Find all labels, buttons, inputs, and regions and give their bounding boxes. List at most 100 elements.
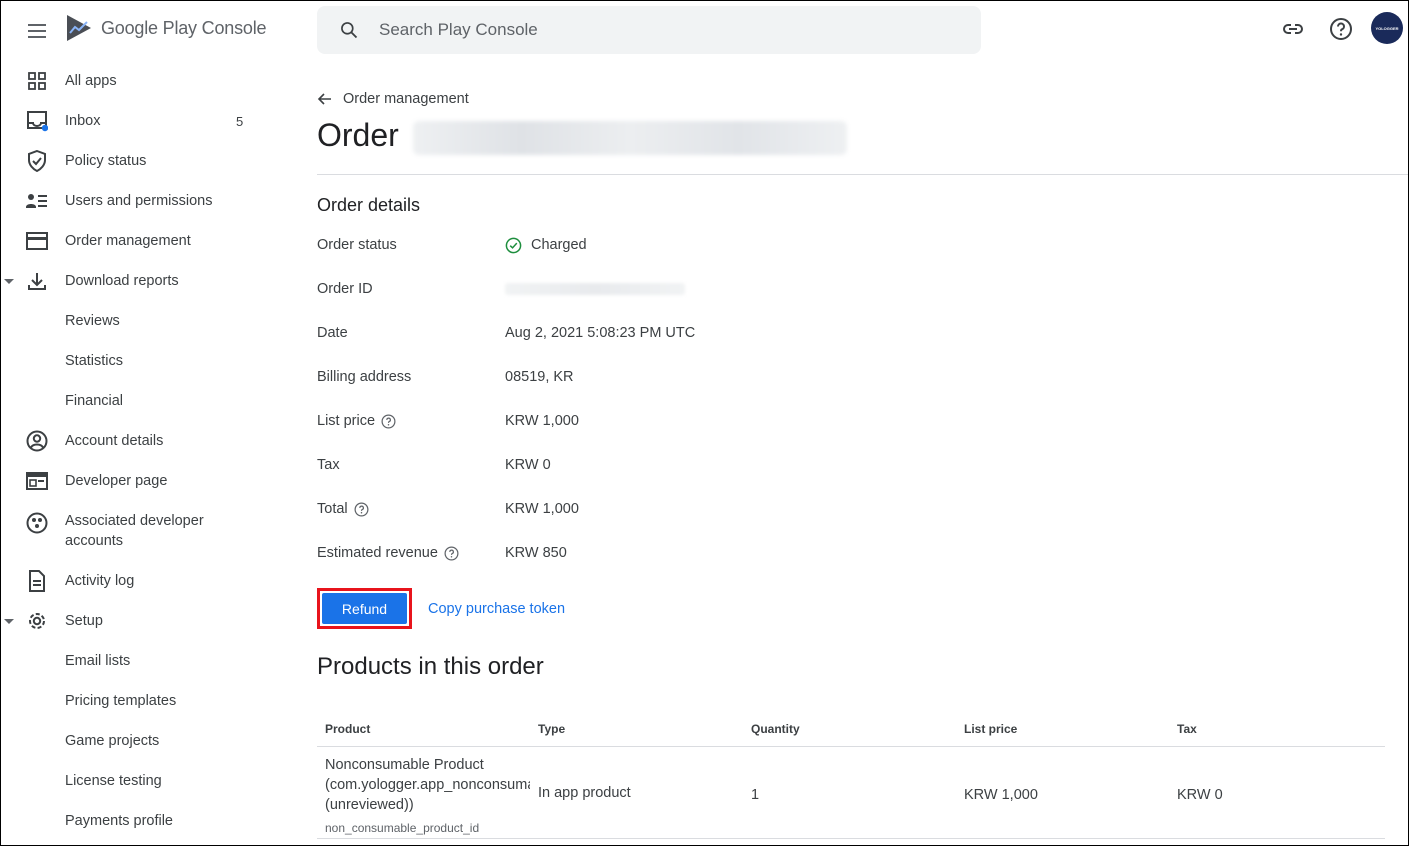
product-quantity: 1	[751, 787, 760, 803]
sidebar-item-label: Associated developer accounts	[65, 513, 204, 549]
expand-arrow-icon[interactable]	[4, 278, 14, 284]
column-header-quantity: Quantity	[751, 722, 800, 736]
sidebar-item-game-projects[interactable]: Game projects	[1, 721, 291, 761]
breadcrumb[interactable]: Order management	[317, 91, 469, 107]
help-icon[interactable]	[354, 502, 369, 517]
detail-value: Aug 2, 2021 5:08:23 PM UTC	[505, 325, 696, 341]
sidebar-item-label: Pricing templates	[65, 693, 177, 709]
detail-label: Estimated revenue	[317, 545, 438, 561]
product-type: In app product	[538, 785, 631, 801]
sidebar-item-inbox[interactable]: Inbox 5	[1, 101, 291, 141]
order-status-value: Charged	[531, 237, 587, 253]
help-icon[interactable]	[1329, 17, 1353, 41]
sidebar-item-label: Email lists	[65, 653, 131, 669]
sidebar-item-label: Account details	[65, 433, 164, 449]
sidebar-item-label: License testing	[65, 773, 162, 789]
sidebar-item-label: Developer page	[65, 473, 168, 489]
sidebar-item-label: Setup	[65, 613, 103, 629]
sidebar-item-label: All apps	[65, 73, 117, 89]
sidebar-item-statistics[interactable]: Statistics	[1, 341, 291, 381]
sidebar-item-payments-profile[interactable]: Payments profile	[1, 801, 291, 841]
product-name: Nonconsumable Product (com.yologger.app_…	[325, 755, 530, 815]
product-name-line: (unreviewed))	[325, 797, 414, 813]
inbox-icon	[25, 109, 49, 133]
redacted-order-id-value	[505, 283, 685, 295]
sidebar-item-activity-log[interactable]: Activity log	[1, 561, 291, 601]
table-row: Nonconsumable Product (com.yologger.app_…	[317, 747, 1385, 839]
copy-purchase-token-button[interactable]: Copy purchase token	[428, 601, 565, 617]
document-icon	[25, 569, 49, 593]
sidebar-item-associated-developer-accounts[interactable]: Associated developer accounts	[1, 501, 291, 561]
users-icon	[25, 189, 49, 213]
arrow-back-icon	[317, 93, 331, 105]
sidebar-item-users-and-permissions[interactable]: Users and permissions	[1, 181, 291, 221]
sidebar-item-setup[interactable]: Setup	[1, 601, 291, 641]
sidebar-item-account-details[interactable]: Account details	[1, 421, 291, 461]
search-input[interactable]: Search Play Console	[379, 20, 538, 40]
sidebar-item-label: Financial	[65, 393, 124, 409]
sidebar-item-policy-status[interactable]: Policy status	[1, 141, 291, 181]
sidebar-item-download-reports[interactable]: Download reports	[1, 261, 291, 301]
sidebar-item-label: Reviews	[65, 313, 120, 329]
detail-label: List price	[317, 413, 376, 429]
sidebar-item-pricing-templates[interactable]: Pricing templates	[1, 681, 291, 721]
detail-value: KRW 1,000	[505, 413, 579, 429]
product-name-line: (com.yologger.app_nonconsumable)	[325, 777, 530, 793]
sidebar-item-label: Payments profile	[65, 813, 173, 829]
search-icon	[341, 22, 358, 39]
help-icon[interactable]	[444, 546, 459, 561]
detail-label-wrap: List price	[317, 413, 505, 429]
detail-row-date: Date Aug 2, 2021 5:08:23 PM UTC	[317, 321, 1017, 345]
sidebar-item-financial[interactable]: Financial	[1, 381, 291, 421]
section-title: Order details	[317, 195, 421, 215]
sidebar-item-email-lists[interactable]: Email lists	[1, 641, 291, 681]
table-header: Product Type Quantity List price Tax	[317, 711, 1385, 747]
apps-grid-icon	[25, 69, 49, 93]
avatar[interactable]: YOLOGGER	[1371, 12, 1403, 44]
sidebar-item-license-testing[interactable]: License testing	[1, 761, 291, 801]
page-title: Order	[317, 117, 399, 153]
sidebar-item-reviews[interactable]: Reviews	[1, 301, 291, 341]
detail-value-order-id	[505, 283, 685, 295]
app-name: Google Play Console	[101, 17, 267, 38]
account-circle-icon	[25, 429, 49, 453]
column-header-list-price: List price	[964, 722, 1018, 736]
detail-row-order-id: Order ID	[317, 277, 1017, 301]
help-icon[interactable]	[381, 414, 396, 429]
shield-icon	[25, 149, 49, 173]
menu-icon[interactable]	[25, 19, 49, 43]
detail-label-wrap: Estimated revenue	[317, 545, 505, 561]
sidebar-item-developer-page[interactable]: Developer page	[1, 461, 291, 501]
detail-label: Billing address	[317, 369, 412, 385]
refund-button[interactable]: Refund	[322, 593, 407, 624]
web-page-icon	[25, 469, 49, 493]
sidebar-item-all-apps[interactable]: All apps	[1, 61, 291, 101]
divider	[317, 174, 1408, 175]
breadcrumb-label: Order management	[343, 91, 469, 107]
detail-row-total: Total KRW 1,000	[317, 497, 1017, 521]
detail-row-list-price: List price KRW 1,000	[317, 409, 1017, 433]
sidebar-item-order-management[interactable]: Order management	[1, 221, 291, 261]
refund-highlight: Refund	[317, 588, 412, 629]
gear-icon	[25, 609, 49, 633]
detail-label: Date	[317, 325, 348, 341]
detail-row-billing-address: Billing address 08519, KR	[317, 365, 1017, 389]
page-frame: Google Play Console Search Play Console …	[0, 0, 1409, 846]
detail-label: Order status	[317, 237, 397, 253]
detail-row-order-status: Order status Charged	[317, 233, 1017, 257]
expand-arrow-icon[interactable]	[4, 618, 14, 624]
detail-row-tax: Tax KRW 0	[317, 453, 1017, 477]
detail-label: Total	[317, 501, 348, 517]
search-bar[interactable]: Search Play Console	[317, 6, 981, 54]
check-circle-icon	[505, 237, 522, 253]
detail-label: Order ID	[317, 281, 373, 297]
logo[interactable]: Google Play Console	[65, 13, 267, 43]
column-header-product: Product	[325, 722, 371, 736]
link-icon[interactable]	[1281, 17, 1305, 41]
detail-label: Tax	[317, 457, 340, 473]
detail-value: 08519, KR	[505, 369, 574, 385]
download-icon	[25, 269, 49, 293]
credit-card-icon	[25, 229, 49, 253]
product-id: non_consumable_product_id	[325, 821, 480, 835]
products-table: Product Type Quantity List price Tax Non…	[317, 711, 1385, 839]
